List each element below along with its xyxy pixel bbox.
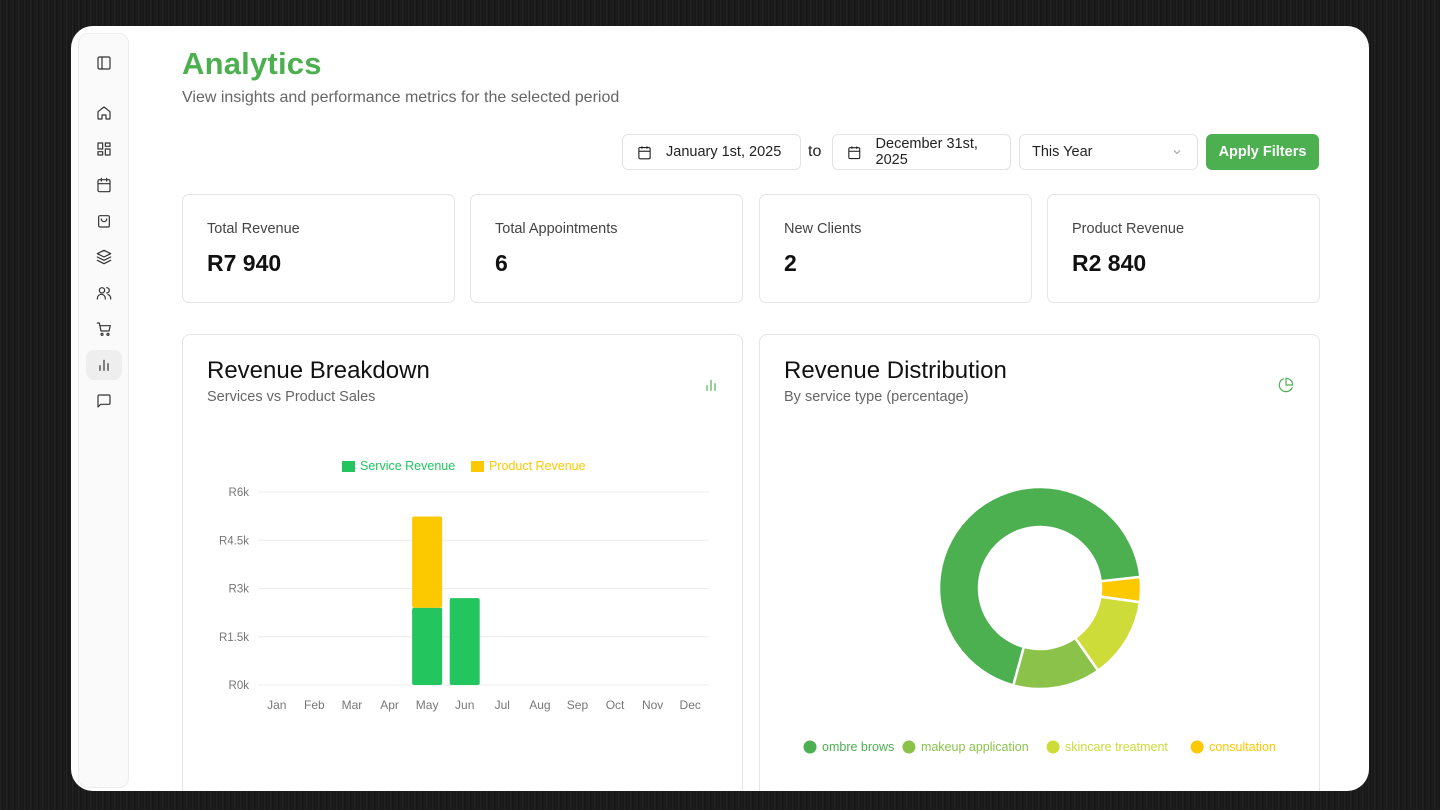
stat-value: 2 [784,250,797,276]
start-date-picker[interactable]: January 1st, 2025 [622,134,801,170]
y-tick-label: R0k [229,680,250,692]
x-tick-label: Feb [304,698,325,712]
y-tick-label: R6k [229,487,250,499]
calendar-icon [848,145,861,159]
bar [412,516,443,608]
stat-label: New Clients [784,221,862,237]
app-window: Analytics View insights and performance … [71,26,1369,791]
x-tick-label: Jul [495,698,510,712]
page-subtitle: View insights and performance metrics fo… [182,89,620,106]
bar [449,598,480,685]
legend-swatch [902,740,916,754]
users-icon[interactable] [86,278,122,308]
legend-label: skincare treatment [1065,740,1168,754]
end-date-value: December 31st, 2025 [875,136,978,168]
y-tick-label: R3k [229,584,250,596]
period-select[interactable]: This Year [1019,134,1198,170]
apply-filters-button[interactable]: Apply Filters [1206,134,1319,170]
revenue-bar-chart: Service Revenue Product Revenue R0k R1.5k R3… [219,459,709,712]
stat-card-total-revenue: Total Revenue R7 940 [182,194,455,303]
legend-swatch [342,461,355,472]
x-tick-label: Oct [606,698,625,712]
calendar-icon[interactable] [86,170,122,200]
period-select-value: This Year [1032,144,1093,160]
legend-label: Service Revenue [360,459,455,473]
y-tick-label: R1.5k [219,632,249,644]
stat-card-product-revenue: Product Revenue R2 840 [1047,194,1320,303]
x-tick-label: Apr [380,698,399,712]
legend-swatch [1190,740,1204,754]
dashboard-icon[interactable] [86,134,122,164]
chevron-down-icon [1173,150,1181,155]
stat-label: Total Appointments [495,221,618,237]
x-tick-label: May [416,698,439,712]
revenue-distribution-panel: Revenue Distribution By service type (pe… [759,334,1320,791]
cart-icon[interactable] [86,314,122,344]
stat-value: R7 940 [207,250,282,276]
bar [412,607,443,685]
panel-toggle-icon[interactable] [86,48,122,78]
stat-label: Total Revenue [207,221,300,237]
y-tick-label: R4.5k [219,535,249,547]
start-date-value: January 1st, 2025 [666,144,782,160]
x-tick-label: Jan [267,698,286,712]
page-title: Analytics [182,46,322,81]
revenue-donut-chart: ombre brows makeup application skincare tr… [803,485,1276,754]
x-tick-label: Jun [455,698,474,712]
end-date-picker[interactable]: December 31st, 2025 [832,134,1011,170]
x-tick-label: Dec [680,698,701,712]
calendar-icon [638,145,651,159]
legend-label: Product Revenue [489,459,586,473]
x-tick-label: Nov [642,698,663,712]
legend-label: consultation [1209,740,1276,754]
legend-swatch [471,461,484,472]
message-icon[interactable] [86,386,122,416]
revenue-breakdown-panel: Revenue Breakdown Services vs Product Sa… [182,334,743,791]
sidebar [78,33,129,788]
bar-chart-icon[interactable] [86,350,122,380]
stat-value: R2 840 [1072,250,1147,276]
x-tick-label: Aug [529,698,550,712]
legend-swatch [1046,740,1060,754]
shopping-bag-icon[interactable] [86,206,122,236]
home-icon[interactable] [86,98,122,128]
x-tick-label: Mar [342,698,363,712]
stat-card-new-clients: New Clients 2 [759,194,1032,303]
legend-swatch [803,740,817,754]
x-tick-label: Sep [567,698,589,712]
legend-label: makeup application [921,740,1029,754]
stat-card-total-appointments: Total Appointments 6 [470,194,743,303]
date-range-separator: to [808,143,822,160]
stat-value: 6 [495,250,508,276]
layers-icon[interactable] [86,242,122,272]
legend-label: ombre brows [822,740,894,754]
stat-label: Product Revenue [1072,221,1185,237]
